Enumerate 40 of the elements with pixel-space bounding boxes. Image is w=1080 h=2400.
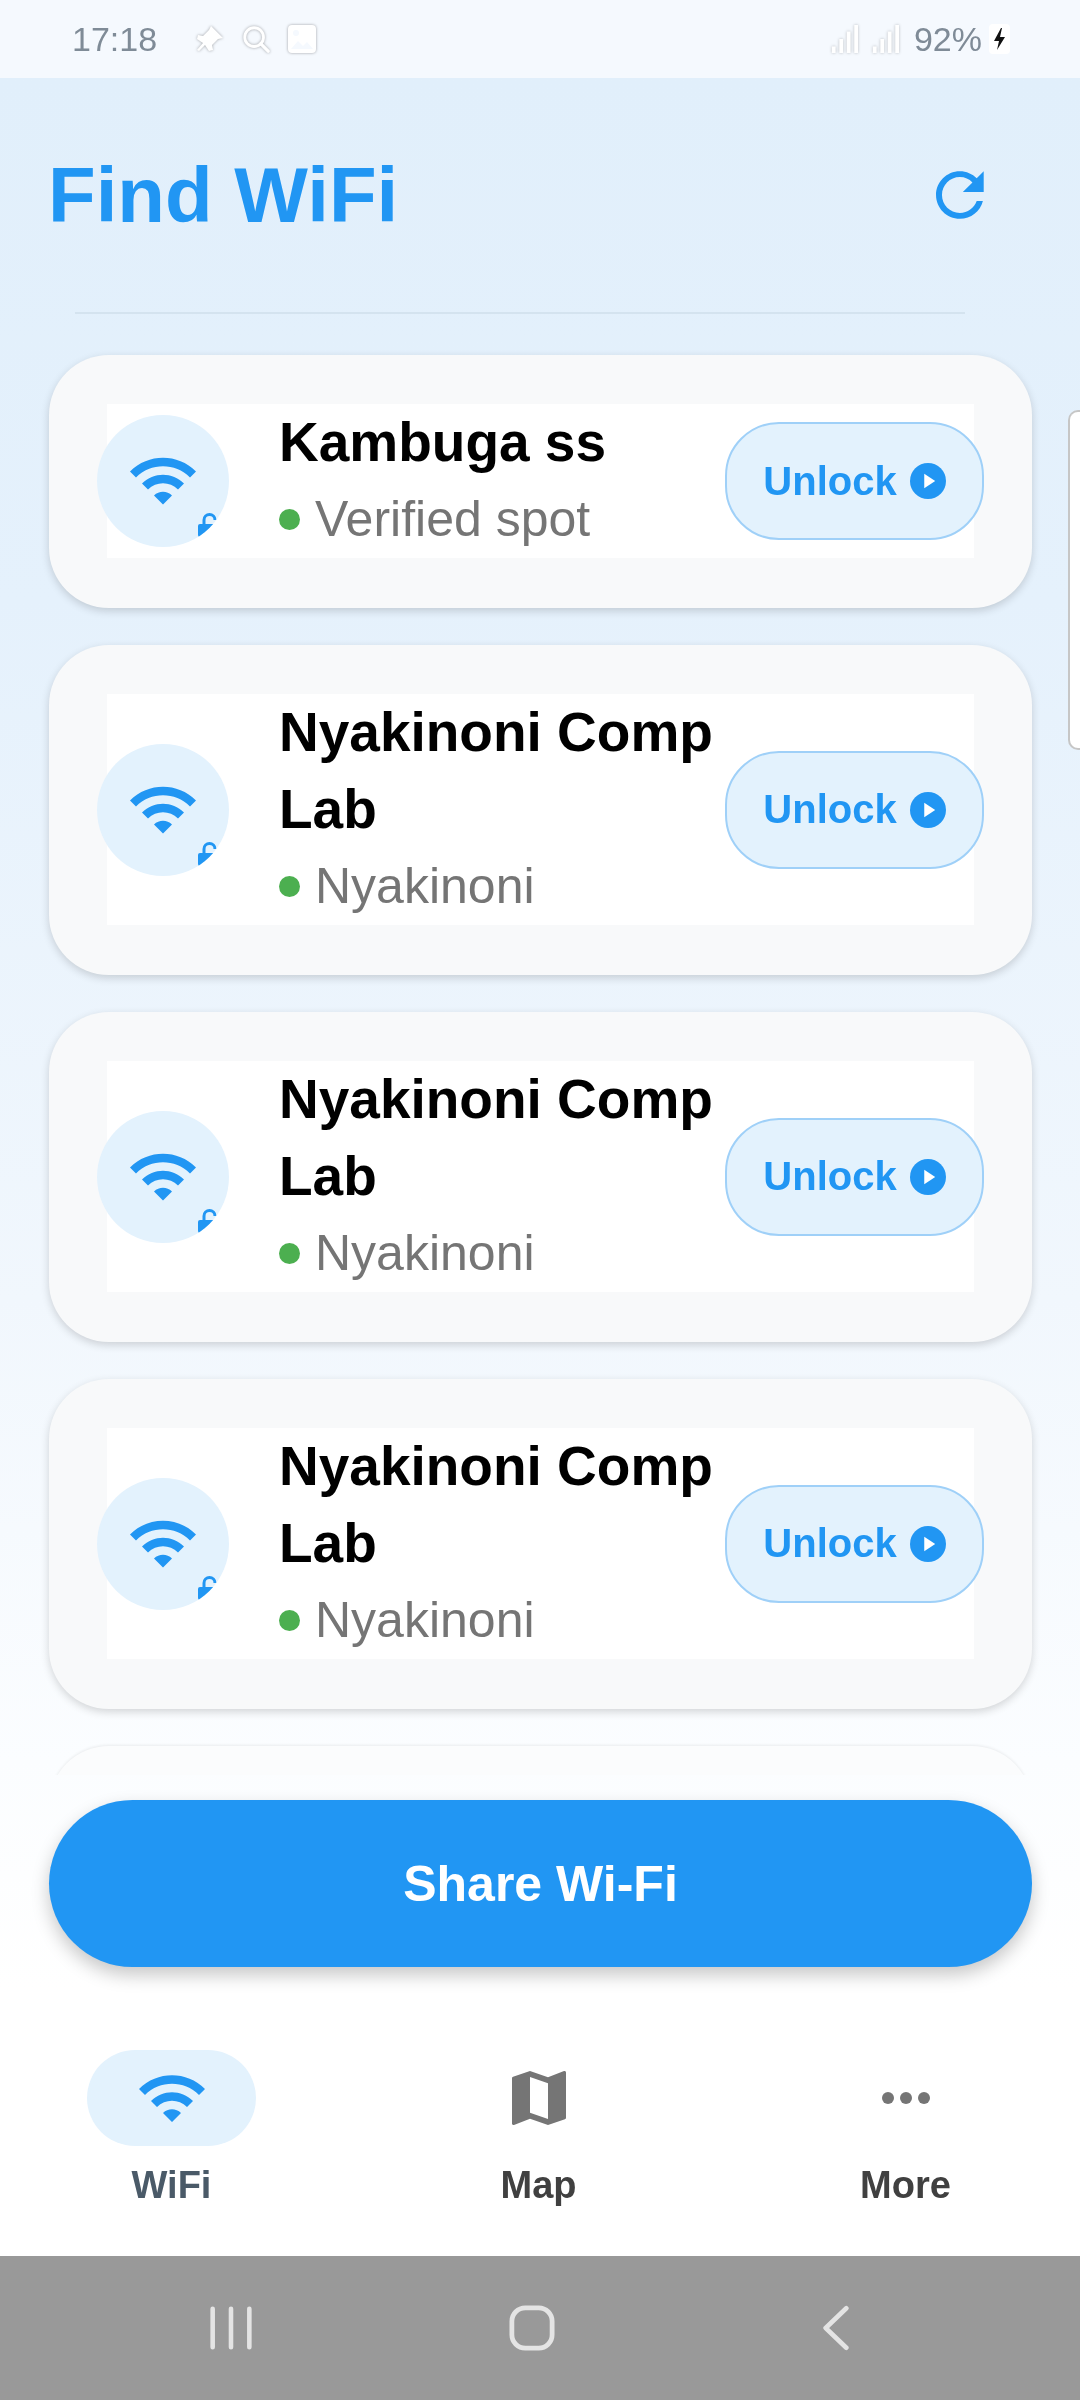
play-icon bbox=[909, 791, 946, 828]
more-icon bbox=[881, 2091, 930, 2105]
network-location: Verified spot bbox=[315, 490, 591, 549]
recent-apps-icon[interactable] bbox=[209, 2305, 253, 2351]
home-icon[interactable] bbox=[509, 2305, 555, 2351]
network-name: Nyakinoni Comp Lab bbox=[279, 700, 714, 842]
search-icon bbox=[241, 24, 272, 54]
unlock-button[interactable]: Unlock bbox=[725, 1484, 984, 1603]
refresh-icon bbox=[936, 171, 984, 219]
nav-tab[interactable]: Map bbox=[454, 1997, 623, 2208]
network-name: Nyakinoni Comp Lab bbox=[279, 1067, 714, 1209]
lock-icon bbox=[198, 841, 217, 866]
lock-icon bbox=[198, 513, 217, 537]
share-wifi-button[interactable]: Share Wi-Fi bbox=[49, 1800, 1032, 1967]
network-name: Kambuga ss bbox=[279, 410, 608, 475]
network-location: Nyakinoni bbox=[315, 1591, 535, 1650]
nav-tab[interactable]: WiFi bbox=[87, 1997, 256, 2208]
unlock-button[interactable]: Unlock bbox=[725, 1117, 984, 1236]
unlock-button[interactable]: Unlock bbox=[725, 750, 984, 869]
image-icon bbox=[287, 24, 318, 54]
battery-level: 92% bbox=[913, 19, 982, 59]
play-icon bbox=[909, 1158, 946, 1195]
network-location: Nyakinoni bbox=[315, 1224, 535, 1283]
play-icon bbox=[909, 463, 946, 499]
page-title: Find WiFi bbox=[48, 150, 399, 241]
map-icon bbox=[511, 2071, 566, 2125]
back-icon[interactable] bbox=[821, 2305, 851, 2351]
play-icon bbox=[909, 1525, 946, 1562]
lock-icon bbox=[198, 1575, 217, 1600]
signal-icon bbox=[829, 24, 858, 54]
lock-icon bbox=[198, 1208, 217, 1233]
network-name: Nyakinoni Comp Lab bbox=[279, 1434, 714, 1576]
unlock-button[interactable]: Unlock bbox=[725, 422, 984, 540]
wifi-icon bbox=[138, 2074, 205, 2122]
nav-tab[interactable]: More bbox=[821, 1997, 990, 2208]
signal-icon bbox=[870, 24, 899, 54]
network-location: Nyakinoni bbox=[315, 857, 535, 916]
battery-charging-icon bbox=[989, 24, 1010, 54]
refresh-button[interactable] bbox=[936, 171, 984, 219]
status-time: 17:18 bbox=[72, 19, 158, 59]
